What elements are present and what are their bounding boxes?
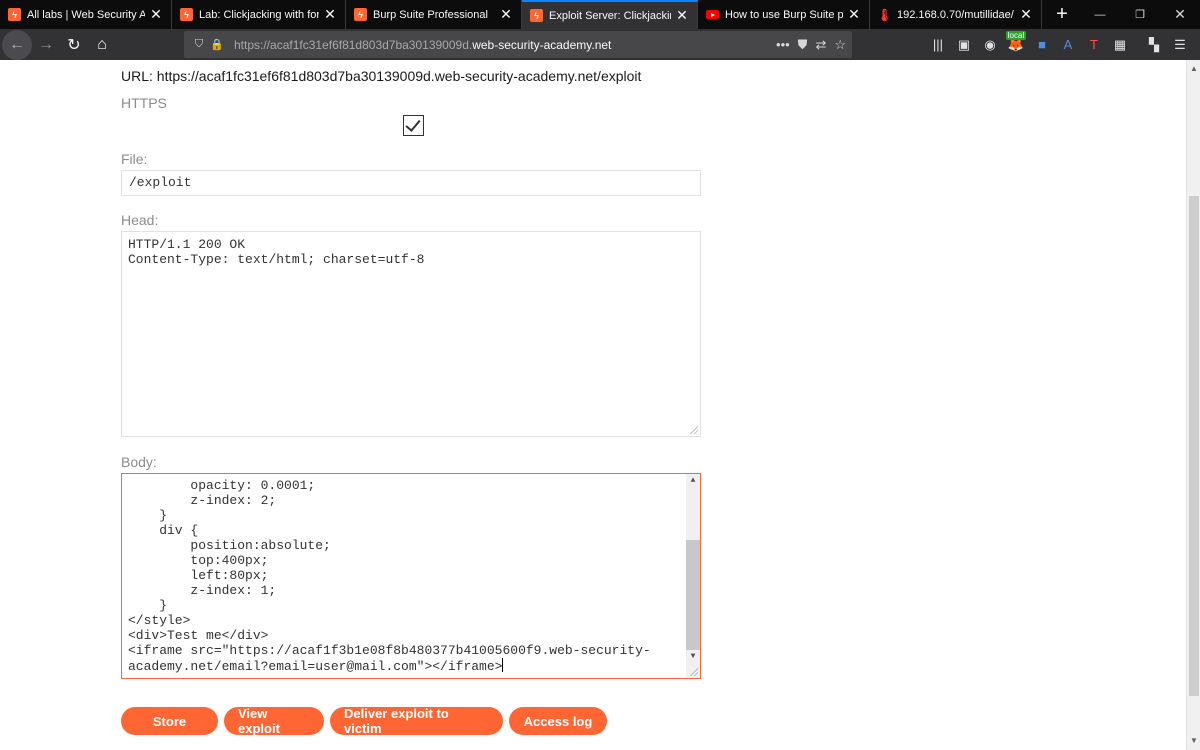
burp-icon: ϟ: [530, 9, 543, 22]
home-icon[interactable]: ⌂: [88, 31, 116, 59]
bookmark-star-icon[interactable]: ☆: [834, 37, 846, 53]
menu-icon[interactable]: ☰: [1167, 29, 1193, 60]
foxyproxy-icon[interactable]: 🦊 local: [1003, 29, 1029, 60]
burp-icon: ϟ: [180, 8, 193, 21]
head-text: HTTP/1.1 200 OK Content-Type: text/html;…: [128, 237, 425, 267]
tab-strip: ϟ All labs | Web Security Acad ✕ ϟ Lab: …: [0, 0, 1200, 29]
head-field[interactable]: HTTP/1.1 200 OK Content-Type: text/html;…: [121, 231, 701, 437]
page-content: URL: https://acaf1fc31ef6f81d803d7ba3013…: [0, 60, 1186, 750]
close-icon[interactable]: ✕: [323, 6, 337, 23]
close-icon[interactable]: ✕: [1019, 6, 1033, 23]
minimize-icon[interactable]: —: [1080, 0, 1120, 29]
grid-icon[interactable]: ▦: [1107, 29, 1133, 60]
close-icon[interactable]: ✕: [149, 6, 163, 23]
addon-badge: local: [1005, 31, 1027, 40]
access-log-button[interactable]: Access log: [509, 707, 607, 735]
body-code: opacity: 0.0001; z-index: 2; } div { pos…: [128, 478, 688, 674]
translate-icon[interactable]: ⇄: [815, 37, 826, 53]
page-scrollbar[interactable]: ▲ ▼: [1186, 60, 1200, 750]
toolbar: ||| ▣ ◉ 🦊 local ■ A T ▦ ▚ ☰: [925, 29, 1193, 60]
browser-tab[interactable]: How to use Burp Suite proje ✕: [698, 0, 870, 29]
forward-icon[interactable]: →: [32, 31, 60, 59]
language-icon[interactable]: A: [1055, 29, 1081, 60]
new-tab-button[interactable]: +: [1042, 0, 1082, 29]
address-bar[interactable]: ⛉ 🔒 https://acaf1fc31ef6f81d803d7ba30139…: [184, 31, 852, 58]
resize-handle[interactable]: [690, 668, 698, 676]
body-text: opacity: 0.0001; z-index: 2; } div { pos…: [128, 478, 651, 674]
burp-icon: ϟ: [8, 8, 21, 21]
youtube-icon: [706, 10, 719, 19]
restore-icon[interactable]: ❐: [1120, 0, 1160, 29]
extensions-icon[interactable]: ▚: [1141, 29, 1167, 60]
url-prefix: https://acaf1fc31ef6f81d803d7ba30139009d…: [234, 37, 473, 52]
account-icon[interactable]: ◉: [977, 29, 1003, 60]
navigation-bar: ← → ↻ ⌂ ⛉ 🔒 https://acaf1fc31ef6f81d803d…: [0, 29, 1200, 60]
https-label: HTTPS: [121, 95, 167, 111]
window-controls: — ❐ ✕: [1080, 0, 1200, 29]
scroll-up-icon[interactable]: ▲: [686, 474, 700, 488]
head-label: Head:: [121, 212, 159, 228]
library-icon[interactable]: |||: [925, 29, 951, 60]
browser-tab[interactable]: ϟ Lab: Clickjacking with form i ✕: [172, 0, 346, 29]
close-window-icon[interactable]: ✕: [1160, 0, 1200, 29]
url-text[interactable]: https://acaf1fc31ef6f81d803d7ba30139009d…: [234, 38, 611, 52]
body-field[interactable]: opacity: 0.0001; z-index: 2; } div { pos…: [121, 473, 701, 679]
reload-icon[interactable]: ↻: [60, 31, 88, 59]
tab-title: All labs | Web Security Acad: [27, 8, 145, 21]
tab-title: Exploit Server: Clickjacking w: [549, 9, 671, 22]
shield-icon[interactable]: ⛉: [190, 38, 208, 51]
tab-title: 192.168.0.70/mutillidae/: [897, 8, 1014, 21]
body-scrollbar[interactable]: ▲ ▼: [686, 474, 700, 678]
scroll-thumb[interactable]: [1189, 196, 1199, 696]
scroll-up-icon[interactable]: ▲: [1187, 62, 1200, 76]
file-field[interactable]: /exploit: [121, 170, 701, 196]
view-exploit-button[interactable]: View exploit: [224, 706, 324, 736]
scroll-down-icon[interactable]: ▼: [686, 650, 700, 664]
url-actions: ••• ⛊ ⇄ ☆: [776, 31, 846, 58]
close-icon[interactable]: ✕: [499, 6, 513, 23]
tab-title: Burp Suite Professional: [373, 8, 488, 21]
translator-icon[interactable]: ■: [1029, 29, 1055, 60]
file-label: File:: [121, 151, 148, 167]
close-icon[interactable]: ✕: [847, 6, 861, 23]
url-domain: web-security-academy.net: [472, 37, 612, 52]
burp-icon: ϟ: [354, 8, 367, 21]
more-actions-icon[interactable]: •••: [776, 37, 790, 52]
resize-handle[interactable]: [690, 426, 698, 434]
exploit-url: URL: https://acaf1fc31ef6f81d803d7ba3013…: [121, 68, 642, 84]
text-caret: [502, 658, 504, 672]
tab-title: Lab: Clickjacking with form i: [199, 8, 319, 21]
deliver-exploit-button[interactable]: Deliver exploit to victim: [330, 706, 503, 736]
lock-icon[interactable]: 🔒: [208, 38, 226, 51]
scroll-thumb[interactable]: [686, 540, 700, 650]
back-icon[interactable]: ←: [2, 29, 32, 60]
thermometer-icon: 🌡: [876, 7, 893, 22]
browser-tab[interactable]: ϟ Burp Suite Professional ✕: [346, 0, 522, 29]
browser-tab-active[interactable]: ϟ Exploit Server: Clickjacking w ✕: [522, 0, 698, 29]
tab-title: How to use Burp Suite proje: [725, 8, 843, 21]
sidebar-icon[interactable]: ▣: [951, 29, 977, 60]
scroll-down-icon[interactable]: ▼: [1187, 734, 1200, 748]
action-buttons: Store View exploit Deliver exploit to vi…: [121, 706, 607, 736]
pocket-icon[interactable]: ⛊: [798, 37, 808, 53]
text-icon[interactable]: T: [1081, 29, 1107, 60]
close-icon[interactable]: ✕: [675, 7, 689, 24]
https-checkbox[interactable]: [403, 115, 424, 136]
browser-tab[interactable]: ϟ All labs | Web Security Acad ✕: [0, 0, 172, 29]
body-label: Body:: [121, 454, 157, 470]
store-button[interactable]: Store: [121, 707, 218, 735]
browser-tab[interactable]: 🌡 192.168.0.70/mutillidae/ ✕: [870, 0, 1042, 29]
